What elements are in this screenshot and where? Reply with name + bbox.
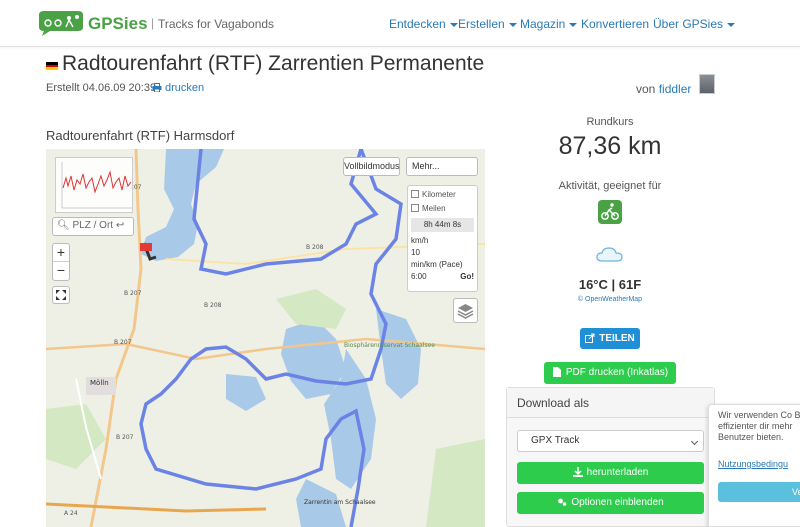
share-button[interactable]: TEILEN: [580, 328, 640, 349]
nav-ueber-gpsies[interactable]: Über GPSies: [653, 17, 736, 31]
place-label: Mölln: [90, 379, 109, 387]
tagline: Tracks for Vagabonds: [158, 17, 275, 31]
expand-icon: [56, 290, 66, 300]
layers-icon: [457, 304, 474, 319]
avatar[interactable]: [699, 74, 715, 94]
nav-erstellen[interactable]: Erstellen: [458, 17, 517, 31]
more-dropdown[interactable]: Mehr...: [406, 157, 478, 176]
download-heading: Download als: [507, 388, 714, 418]
author-line: von fiddler: [636, 82, 692, 96]
gear-icon: [558, 498, 567, 506]
zoom-control: + −: [52, 243, 70, 281]
nav-konvertieren[interactable]: Konvertieren: [581, 17, 649, 31]
lake: [376, 309, 421, 399]
temperature: 16°C | 61F: [578, 277, 642, 292]
chevron-down-icon: [449, 22, 458, 27]
activity-label: Aktivität, geeignet für: [558, 180, 662, 192]
duration-display: 8h 44m 8s: [411, 218, 474, 232]
road-label: B 207: [124, 290, 142, 297]
route-map[interactable]: B 207 B 207 B 208 B 208 B 207 B 207 A 24…: [46, 149, 485, 527]
unit-mi-checkbox[interactable]: Meilen: [411, 203, 474, 217]
cookie-accept-button[interactable]: Ver: [718, 482, 800, 502]
page-title: Radtourenfahrt (RTF) Zarrentien Permanen…: [62, 52, 485, 75]
brand-name[interactable]: GPSies: [88, 14, 148, 34]
chevron-down-icon: [690, 437, 699, 446]
printer-icon: [152, 83, 162, 93]
nav-entdecken[interactable]: Entdecken: [389, 17, 458, 31]
author-link[interactable]: fiddler: [659, 82, 692, 96]
download-icon: [572, 467, 583, 477]
nav-magazin[interactable]: Magazin: [520, 17, 578, 31]
forest-area: [426, 439, 485, 527]
road-label: B 207: [114, 339, 132, 346]
chevron-down-icon: [727, 22, 736, 27]
show-options-button[interactable]: Optionen einblenden: [517, 492, 704, 514]
created-date: Erstellt 04.06.09 20:39: [46, 82, 157, 94]
download-panel: Download als GPX Track herunterladen Opt…: [506, 387, 715, 527]
format-select[interactable]: GPX Track: [517, 430, 704, 452]
lake: [226, 374, 266, 411]
zoom-out-button[interactable]: −: [53, 262, 69, 280]
top-navbar: GPSies | Tracks for Vagabonds Entdecken …: [0, 0, 800, 47]
cookie-banner: Wir verwenden Co Besuch effizienter dir …: [708, 404, 800, 527]
road-label: B 207: [116, 434, 134, 441]
road-label: B 208: [306, 244, 324, 251]
cloud-weather-icon: [596, 247, 623, 262]
forest-area: [276, 289, 346, 329]
lake: [141, 149, 224, 261]
pdf-print-button[interactable]: PDF drucken (Inkatlas): [544, 362, 676, 384]
german-flag-icon: [46, 62, 58, 70]
file-icon: [552, 367, 561, 377]
brand-separator: |: [151, 16, 155, 30]
fullscreen-toggle-button[interactable]: [52, 286, 70, 304]
cycling-icon: [598, 200, 622, 224]
pace-calculator-panel: Kilometer Meilen 8h 44m 8s km/h 10 min/k…: [407, 185, 478, 292]
map-title: Radtourenfahrt (RTF) Harmsdorf: [46, 128, 235, 143]
start-flag-icon: [140, 243, 152, 251]
place-label: Zarrentin am Schaalsee: [304, 499, 376, 506]
road-label: A 24: [64, 510, 78, 517]
weather-source-link[interactable]: © OpenWeatherMap: [510, 296, 710, 303]
search-icon: 🔍︎: [57, 220, 70, 231]
distance-value: 87,36 km: [558, 132, 662, 160]
elevation-chart: [61, 162, 132, 209]
checkbox-icon: [411, 190, 419, 198]
elevation-profile[interactable]: [55, 157, 133, 213]
cookie-text: Wir verwenden Co Besuch effizienter dir …: [718, 410, 800, 442]
print-link[interactable]: drucken: [152, 82, 204, 94]
zoom-in-button[interactable]: +: [53, 244, 69, 262]
unit-km-checkbox[interactable]: Kilometer: [411, 189, 474, 203]
road-label: B 208: [204, 302, 222, 309]
checkbox-icon: [411, 204, 419, 212]
pace-input[interactable]: 6:00: [411, 272, 427, 281]
layer-switcher-button[interactable]: [453, 298, 478, 323]
speed-input[interactable]: 10: [411, 247, 474, 259]
forest-area: [46, 404, 106, 469]
chevron-down-icon: [508, 22, 517, 27]
place-label: Biosphärenreservat Schaalsee: [344, 342, 435, 349]
pace-unit-label: min/km (Pace): [411, 260, 463, 269]
download-button[interactable]: herunterladen: [517, 462, 704, 484]
terms-link[interactable]: Nutzungsbedingu: [718, 459, 788, 469]
share-icon: [585, 333, 595, 343]
place-search-input[interactable]: 🔍︎ PLZ / Ort ↩: [52, 217, 134, 236]
gpsies-logo-icon[interactable]: [36, 9, 86, 37]
route-type: Rundkurs: [586, 116, 634, 128]
chevron-down-icon: [569, 22, 578, 27]
road: [46, 502, 267, 513]
speed-unit-label: km/h: [411, 236, 429, 245]
go-button[interactable]: Go!: [460, 271, 474, 283]
fullscreen-mode-button[interactable]: Vollbildmodus: [343, 157, 400, 176]
